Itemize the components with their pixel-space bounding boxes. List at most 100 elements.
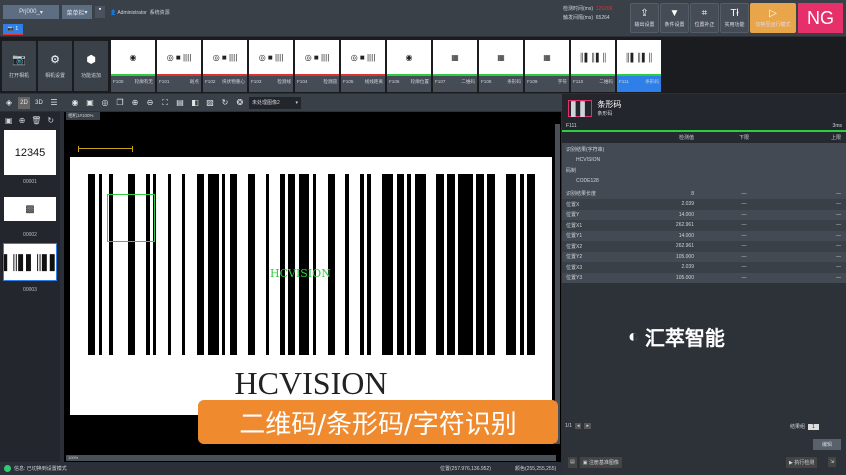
copy-icon[interactable]: ❐ [114, 97, 126, 109]
flow-item-F105[interactable]: ◎ ■ |||| F105 线线距离 [341, 40, 385, 92]
flow-thumbnail: ║▌║▌║ [571, 40, 615, 76]
position-correct-button[interactable]: ⌗ 位置补正 [690, 3, 719, 33]
roi-box[interactable] [107, 194, 155, 242]
thumbnail-00001[interactable]: 12345 [4, 130, 56, 175]
flow-thumbnail: ◉ [111, 40, 155, 76]
add-icon[interactable]: ⊕ [19, 116, 26, 125]
flow-id: F103 [251, 79, 262, 84]
camera-settings-button[interactable]: ⚙ 相机设置 [38, 41, 72, 91]
open-camera-button[interactable]: 📷 打开相机 [2, 41, 36, 91]
project-select[interactable]: Prj000_ ▾ [3, 5, 59, 19]
row-lower: — [741, 264, 747, 271]
refresh-icon[interactable]: ↻ [47, 116, 54, 125]
flow-id: F106 [389, 79, 400, 84]
header-value: 检测值 [678, 134, 694, 141]
output-settings-button[interactable]: ⇪ 输出设置 [630, 3, 659, 33]
logo-text: 汇萃智能 [644, 328, 725, 350]
horizontal-scrollbar[interactable]: 100% [66, 455, 556, 461]
button-label: 条件设置 [664, 22, 685, 28]
panel-title: 条形码 [597, 100, 622, 109]
zoom-in-icon[interactable]: ⊕ [129, 97, 141, 109]
camera-actions: 📷 打开相机 ⚙ 相机设置 ⬢ 功能追加 [2, 41, 108, 91]
flow-item-F104[interactable]: ◎ ■ |||| F104 检测圆 [295, 40, 339, 92]
vertical-scrollbar[interactable] [555, 124, 560, 444]
flow-id: F100 [113, 79, 124, 84]
rgb-icon[interactable]: ❂ [234, 97, 246, 109]
execute-detect-button[interactable]: ▶ 执行检测 [786, 457, 818, 468]
flow-item-F102[interactable]: ◎ ■ |||| F102 块状物重心 [203, 40, 247, 92]
barcode-bar [505, 174, 517, 355]
flow-item-F106[interactable]: ◉ F106 轮廓位置 [387, 40, 431, 92]
next-page-button[interactable]: ▸ [584, 423, 591, 429]
export-result-icon[interactable]: ⇲ [828, 457, 837, 467]
run-mode-button[interactable]: ▷ 切换至运行模式 [750, 3, 796, 33]
tool-id: F111 [566, 123, 577, 129]
barcode-bar [266, 174, 269, 355]
thumbnail-label: 00003 [23, 287, 37, 293]
flow-item-F108[interactable]: ▦ F108 条形码 [479, 40, 523, 92]
flow-item-F101[interactable]: ◎ ■ |||| F101 斑点 [157, 40, 201, 92]
row-name: 位置Y2 [566, 254, 583, 261]
register-reference-button[interactable]: ▣ 注册基准图像 [579, 457, 622, 468]
system-resource-link[interactable]: 系统资源 [150, 10, 170, 16]
image-select[interactable]: 未处理图像2 ▾ [249, 96, 301, 109]
layers-icon[interactable]: ◈ [3, 97, 15, 109]
thumbnail-00002[interactable]: ▩ [4, 197, 56, 221]
result-group-stepper[interactable]: 1 [808, 423, 819, 430]
user-info: 👤 Administrator 系统资源 [110, 10, 170, 16]
row-upper: — [836, 232, 841, 239]
barcode-bar [360, 174, 364, 355]
add-function-button[interactable]: ⬢ 功能追加 [74, 41, 108, 91]
flow-thumbnail: ◎ ■ |||| [341, 40, 385, 76]
flow-thumbnail: ◎ ■ |||| [249, 40, 293, 76]
prev-page-button[interactable]: ◂ [574, 423, 582, 429]
execute-label: 执行检测 [794, 460, 815, 466]
color-icon[interactable]: ▤ [174, 97, 186, 109]
folder-icon[interactable]: ▣ [5, 116, 13, 125]
row-lower: — [741, 232, 747, 239]
zoom-out-icon[interactable]: ⊖ [144, 97, 156, 109]
flow-item-F100[interactable]: ◉ F100 轮廓有无 [111, 40, 155, 92]
palette-icon[interactable]: ◧ [189, 97, 201, 109]
fit-icon[interactable]: ⛶ [159, 97, 171, 109]
table-row: 位置X2 262.961 — — [562, 241, 846, 252]
refresh-icon[interactable]: ↻ [219, 97, 231, 109]
mode-3d-button[interactable]: 3D [33, 97, 45, 109]
flow-item-F107[interactable]: ▦ F107 二维码 [433, 40, 477, 92]
flow-label: F110 二维码 [571, 76, 615, 88]
image-icon[interactable]: ▣ [84, 97, 96, 109]
project-name: Prj000_ [19, 9, 40, 15]
button-label: 切换至运行模式 [755, 22, 791, 28]
barcode-bar [196, 174, 204, 355]
list-icon[interactable]: ☰ [48, 97, 60, 109]
row-name: 位置Y3 [566, 275, 583, 282]
row-name: 位置Y1 [566, 233, 583, 240]
save-icon[interactable]: ▪ [95, 6, 105, 18]
flow-id: F111 [619, 79, 629, 84]
image-settings-icon[interactable]: ▨ [204, 97, 216, 109]
mode-2d-button[interactable]: 2D [18, 96, 30, 109]
flow-item-F111[interactable]: ║▌║▌║ F111 条形码 [617, 40, 661, 92]
header-upper: 上限 [830, 134, 841, 141]
row-name: 位置X2 [566, 243, 583, 250]
code-label: 码制 [566, 167, 577, 174]
barcode-tool-icon: ▌▌ [568, 99, 593, 117]
edit-button[interactable]: 编辑 [813, 439, 841, 450]
tools-button[interactable]: Tł 实用功能 [720, 3, 749, 33]
camera-tab-label: 1 [15, 26, 19, 32]
pager: 1/1 ◂ ▸ [565, 423, 591, 429]
record-icon[interactable]: ◎ [99, 97, 111, 109]
camera-tab[interactable]: 📷 1 [3, 24, 23, 35]
zoom-level: 100% [68, 455, 79, 460]
flow-item-F103[interactable]: ◎ ■ |||| F103 检测线 [249, 40, 293, 92]
canvas-tab[interactable]: 相机1#100% [66, 112, 100, 120]
condition-settings-button[interactable]: ▼ 条件设置 [660, 3, 689, 33]
menu-select[interactable]: 菜单栏 ▾ [62, 5, 92, 19]
delete-icon[interactable]: 🗑 [31, 116, 41, 125]
document-icon[interactable]: ▤ [568, 457, 577, 468]
barcode-bar [436, 174, 444, 355]
flow-item-F109[interactable]: ▦ F109 字符 [525, 40, 569, 92]
thumbnail-00003[interactable]: ▌║▌▌║▌▌ [2, 243, 60, 281]
flow-item-F110[interactable]: ║▌║▌║ F110 二维码 [571, 40, 615, 92]
eye-icon[interactable]: ◉ [69, 97, 81, 109]
